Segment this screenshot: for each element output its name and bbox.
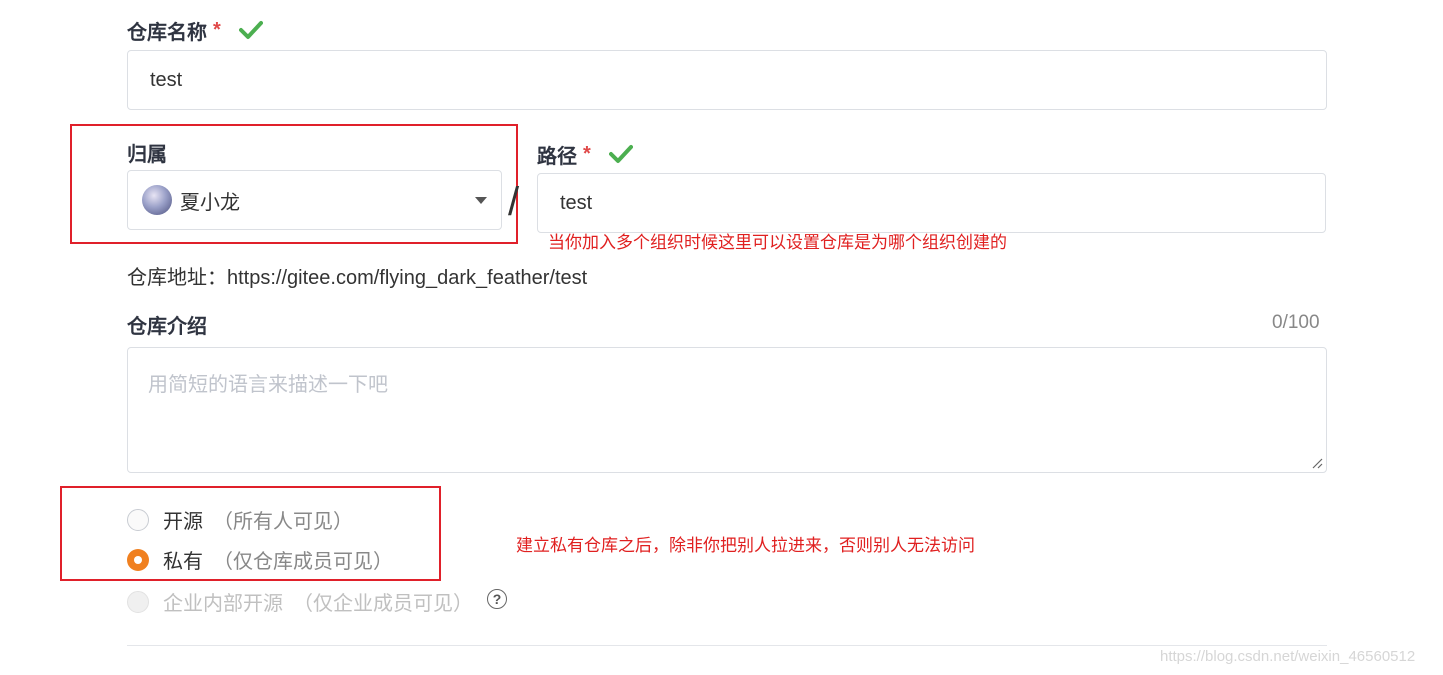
radio-private[interactable] <box>127 548 149 571</box>
avatar <box>142 185 172 215</box>
visibility-private-option[interactable]: 私有 （仅仓库成员可见） <box>127 545 393 574</box>
enterprise-hint: （仅企业成员可见） <box>293 593 473 615</box>
owner-annotation: 当你加入多个组织时候这里可以设置仓库是为哪个组织创建的 <box>548 233 1007 252</box>
check-icon <box>238 21 263 39</box>
radio-open[interactable] <box>127 508 149 531</box>
repo-name-value: test <box>150 68 183 91</box>
path-value: test <box>560 191 593 214</box>
caret-down-icon <box>475 197 487 204</box>
divider <box>127 645 1327 646</box>
description-counter: 0/100 <box>1272 312 1320 333</box>
description-textarea[interactable]: 用简短的语言来描述一下吧 <box>127 347 1327 473</box>
open-hint: （所有人可见） <box>213 511 353 533</box>
private-label: 私有 <box>163 551 203 573</box>
resize-handle-icon[interactable] <box>1311 457 1323 469</box>
description-label: 仓库介绍 <box>127 315 207 338</box>
owner-label-row: 归属 <box>127 138 167 166</box>
path-label-row: 路径 * <box>537 140 633 168</box>
help-icon[interactable]: ? <box>487 588 507 609</box>
owner-label: 归属 <box>127 143 167 166</box>
visibility-enterprise-option: 企业内部开源 （仅企业成员可见） ? <box>127 587 507 616</box>
path-label: 路径 <box>537 145 577 168</box>
description-placeholder: 用简短的语言来描述一下吧 <box>148 374 388 396</box>
required-mark: * <box>213 18 221 41</box>
watermark: https://blog.csdn.net/weixin_46560512 <box>1160 648 1416 665</box>
private-annotation: 建立私有仓库之后，除非你把别人拉进来，否则别人无法访问 <box>516 536 975 555</box>
open-label: 开源 <box>163 511 203 533</box>
path-input[interactable]: test <box>537 173 1326 233</box>
owner-select[interactable]: 夏小龙 <box>127 170 502 230</box>
repo-name-label: 仓库名称 <box>127 21 207 44</box>
private-hint: （仅仓库成员可见） <box>213 551 393 573</box>
check-icon <box>608 145 633 163</box>
visibility-open-option[interactable]: 开源 （所有人可见） <box>127 505 353 534</box>
radio-enterprise <box>127 590 149 613</box>
owner-selected-value: 夏小龙 <box>180 191 240 214</box>
repo-url: 仓库地址：https://gitee.com/flying_dark_feath… <box>127 267 588 289</box>
path-separator: / <box>508 180 520 224</box>
repo-name-label-row: 仓库名称 * <box>127 16 263 44</box>
description-label-row: 仓库介绍 <box>127 310 207 338</box>
enterprise-label: 企业内部开源 <box>163 593 283 615</box>
repo-name-input[interactable]: test <box>127 50 1327 110</box>
required-mark: * <box>583 142 591 165</box>
